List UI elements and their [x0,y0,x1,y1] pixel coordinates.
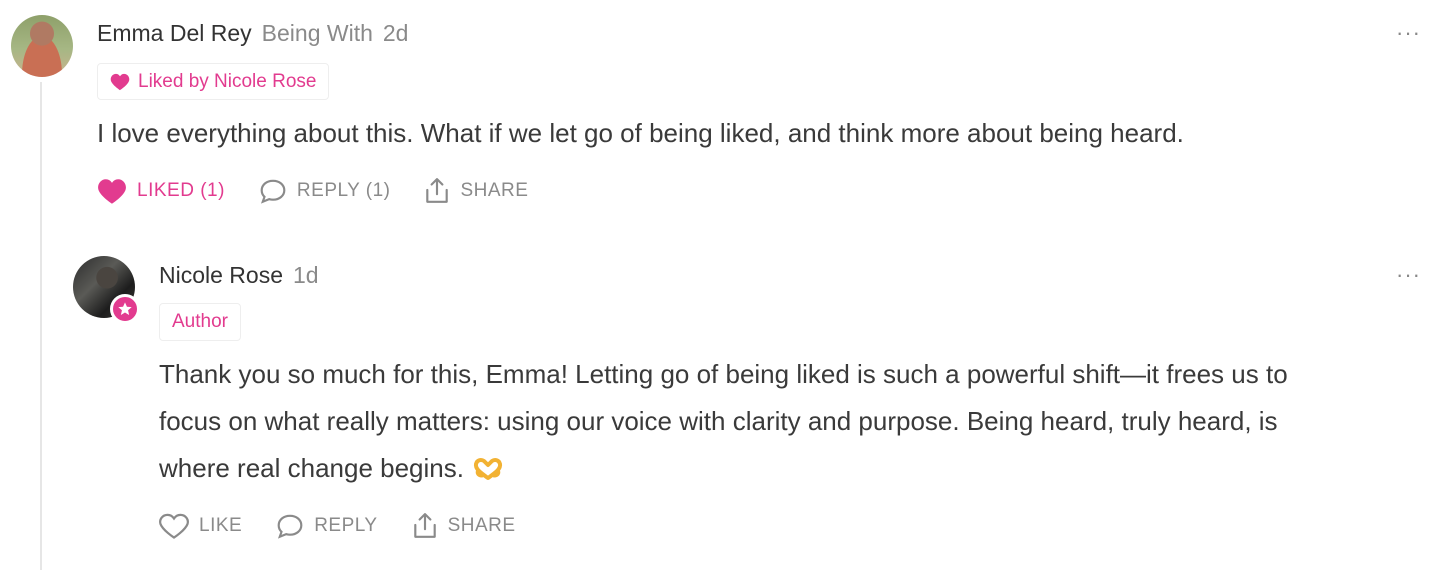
share-icon [426,178,449,203]
author-role-badge: Author [159,303,241,341]
share-button[interactable]: SHARE [412,512,516,540]
like-label: LIKE [199,515,243,536]
comment-actions: LIKED (1) REPLY (1) SHARE [97,174,562,208]
reply-age[interactable]: 1d [293,262,319,289]
comment-publication[interactable]: Being With [262,20,373,47]
liked-by-label: Liked by Nicole Rose [138,70,317,92]
heart-icon [159,513,189,539]
avatar[interactable] [11,15,73,77]
like-button[interactable]: LIKE [159,513,242,540]
comment-header: Emma Del Rey Being With 2d [97,20,408,47]
speech-bubble-icon [277,514,303,539]
star-icon [118,302,132,315]
comment-author-name[interactable]: Emma Del Rey [97,20,252,47]
like-button[interactable]: LIKED (1) [97,178,225,205]
author-role-label: Author [172,311,228,332]
thread-line [40,82,42,570]
comment-age[interactable]: 2d [383,20,409,47]
reply-line-wrap: where real change begins. [159,445,1288,492]
reply-label: REPLY [314,515,378,536]
heart-hands-emoji [473,457,503,480]
share-button[interactable]: SHARE [424,177,528,205]
speech-bubble-icon [260,179,286,204]
reply-button[interactable]: REPLY (1) [259,178,391,204]
reply-button[interactable]: REPLY [276,513,377,539]
share-icon [413,513,436,538]
reply-actions: LIKE REPLY SHARE [159,510,550,542]
liked-by-badge: Liked by Nicole Rose [97,63,330,100]
share-label: SHARE [447,515,516,536]
reply-line: where real change begins. [159,453,464,483]
comment-more-button[interactable]: ··· [1396,20,1421,46]
reply-line: focus on what really matters: using our … [159,406,1278,436]
like-label: LIKED (1) [137,180,225,201]
more-icon: ··· [1396,20,1421,45]
reply-more-button[interactable]: ··· [1396,262,1421,288]
share-label: SHARE [460,180,529,201]
reply-body: Thank you so much for this, Emma! Lettin… [159,351,1288,492]
reply-label: REPLY (1) [296,180,391,201]
reply-header: Nicole Rose 1d [159,262,319,289]
more-icon: ··· [1396,262,1421,287]
heart-icon [110,73,130,90]
author-badge [110,294,140,324]
comment-body: I love everything about this. What if we… [97,118,1184,148]
reply-author-name[interactable]: Nicole Rose [159,262,283,289]
heart-icon [98,178,126,204]
reply-line: Thank you so much for this, Emma! Lettin… [159,359,1288,389]
